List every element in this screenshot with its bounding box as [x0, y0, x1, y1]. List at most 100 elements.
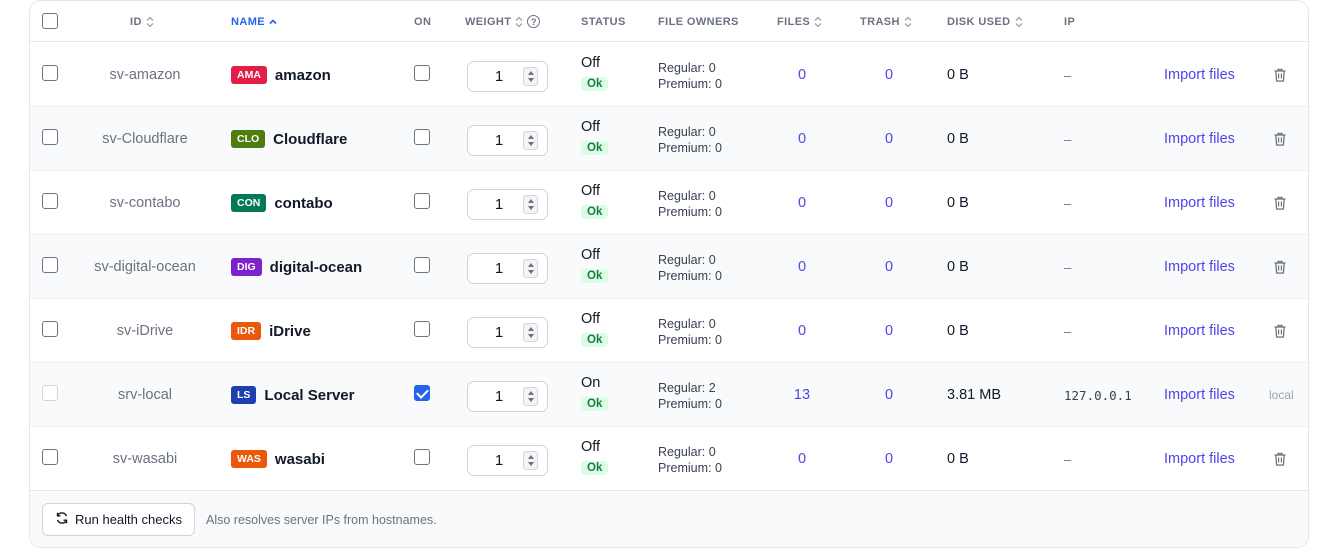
- weight-stepper[interactable]: 1: [467, 125, 548, 156]
- weight-stepper[interactable]: 1: [467, 445, 548, 476]
- row-select-checkbox[interactable]: [42, 321, 58, 337]
- server-name: IDR iDrive: [231, 299, 311, 363]
- disk-used: 0 B: [947, 451, 969, 467]
- trash-count-link[interactable]: 0: [869, 107, 909, 171]
- spinner-arrows-icon[interactable]: [523, 131, 538, 150]
- server-badge: DIG: [231, 258, 262, 276]
- import-files-link[interactable]: Import files: [1164, 363, 1235, 427]
- disk-used: 0 B: [947, 195, 969, 211]
- files-count-link[interactable]: 0: [782, 171, 822, 235]
- trash-icon[interactable]: [1272, 323, 1288, 339]
- server-ip: –: [1064, 195, 1072, 211]
- trash-icon[interactable]: [1272, 67, 1288, 83]
- trash-count-link[interactable]: 0: [869, 299, 909, 363]
- header-files[interactable]: FILES: [777, 1, 822, 42]
- table-row: sv-amazon AMA amazon 1 Off Ok Regular: 0 Premiu…: [30, 43, 1308, 107]
- trash-icon[interactable]: [1272, 195, 1288, 211]
- disk-used: 0 B: [947, 323, 969, 339]
- server-on-checkbox[interactable]: [414, 449, 430, 465]
- files-count-link[interactable]: 13: [782, 363, 822, 427]
- sort-arrows-icon: [904, 16, 912, 28]
- server-on-checkbox[interactable]: [414, 321, 430, 337]
- server-ip: –: [1064, 259, 1072, 275]
- owners-premium: Premium: 0: [658, 205, 722, 219]
- spinner-arrows-icon[interactable]: [523, 451, 538, 470]
- header-name[interactable]: NAME: [231, 1, 277, 42]
- spinner-arrows-icon[interactable]: [523, 387, 538, 406]
- row-select-checkbox[interactable]: [42, 449, 58, 465]
- weight-stepper[interactable]: 1: [467, 189, 548, 220]
- health-badge: Ok: [581, 333, 609, 347]
- sort-up-icon: [269, 16, 277, 28]
- trash-icon[interactable]: [1272, 259, 1288, 275]
- spinner-arrows-icon[interactable]: [523, 195, 538, 214]
- owners-premium: Premium: 0: [658, 461, 722, 475]
- import-files-link[interactable]: Import files: [1164, 235, 1235, 299]
- header-file-owners: FILE OWNERS: [658, 15, 739, 28]
- import-files-link[interactable]: Import files: [1164, 107, 1235, 171]
- trash-count-link[interactable]: 0: [869, 235, 909, 299]
- server-ip: –: [1064, 323, 1072, 339]
- header-id[interactable]: ID: [130, 1, 154, 42]
- table-row: srv-local LS Local Server 1 On Ok Regular: 2 Pr…: [30, 363, 1308, 427]
- header-trash[interactable]: TRASH: [860, 1, 912, 42]
- help-circle-icon[interactable]: ?: [527, 15, 541, 28]
- server-name: LS Local Server: [231, 363, 354, 427]
- files-count-link[interactable]: 0: [782, 43, 822, 107]
- trash-count-link[interactable]: 0: [869, 363, 909, 427]
- server-badge: LS: [231, 386, 257, 404]
- row-select-checkbox[interactable]: [42, 193, 58, 209]
- weight-stepper[interactable]: 1: [467, 317, 548, 348]
- trash-count-link[interactable]: 0: [869, 43, 909, 107]
- import-files-link[interactable]: Import files: [1164, 299, 1235, 363]
- spinner-arrows-icon[interactable]: [523, 259, 538, 278]
- server-on-checkbox[interactable]: [414, 65, 430, 81]
- disk-used: 3.81 MB: [947, 387, 1001, 403]
- header-weight[interactable]: WEIGHT ?: [465, 1, 541, 42]
- spinner-arrows-icon[interactable]: [523, 67, 538, 86]
- row-select-checkbox[interactable]: [42, 257, 58, 273]
- table-footer: Run health checks Also resolves server I…: [30, 490, 1308, 547]
- trash-count-link[interactable]: 0: [869, 427, 909, 491]
- weight-value: 1: [494, 196, 504, 213]
- weight-stepper[interactable]: 1: [467, 381, 548, 412]
- files-count-link[interactable]: 0: [782, 427, 822, 491]
- server-id: sv-Cloudflare: [102, 131, 188, 147]
- server-on-checkbox[interactable]: [414, 193, 430, 209]
- import-files-link[interactable]: Import files: [1164, 43, 1235, 107]
- server-name: WAS wasabi: [231, 427, 325, 491]
- owners-regular: Regular: 0: [658, 253, 716, 267]
- files-count-link[interactable]: 0: [782, 235, 822, 299]
- spinner-arrows-icon[interactable]: [523, 323, 538, 342]
- header-disk-used[interactable]: DISK USED: [947, 1, 1023, 42]
- trash-icon[interactable]: [1272, 131, 1288, 147]
- disk-used: 0 B: [947, 67, 969, 83]
- files-count-link[interactable]: 0: [782, 107, 822, 171]
- weight-value: 1: [494, 132, 504, 149]
- row-select-checkbox[interactable]: [42, 129, 58, 145]
- import-files-link[interactable]: Import files: [1164, 427, 1235, 491]
- trash-icon[interactable]: [1272, 451, 1288, 467]
- refresh-icon: [55, 511, 69, 528]
- import-files-link[interactable]: Import files: [1164, 171, 1235, 235]
- header-status: STATUS: [581, 15, 626, 28]
- run-health-checks-button[interactable]: Run health checks: [42, 503, 195, 536]
- table-header: ID NAME ON WEIGHT ? STATUS FILE OWNERS F…: [30, 1, 1308, 42]
- header-ip: IP: [1064, 15, 1076, 28]
- server-ip: –: [1064, 451, 1072, 467]
- server-on-checkbox[interactable]: [414, 257, 430, 273]
- weight-value: 1: [494, 388, 504, 405]
- files-count-link[interactable]: 0: [782, 299, 822, 363]
- server-on-checkbox[interactable]: [414, 129, 430, 145]
- weight-stepper[interactable]: 1: [467, 61, 548, 92]
- row-select-checkbox[interactable]: [42, 385, 58, 401]
- trash-count-link[interactable]: 0: [869, 171, 909, 235]
- weight-stepper[interactable]: 1: [467, 253, 548, 284]
- select-all-checkbox[interactable]: [42, 13, 58, 29]
- server-name-text: Local Server: [264, 386, 355, 404]
- server-name-text: Cloudflare: [273, 130, 348, 148]
- servers-table-card: ID NAME ON WEIGHT ? STATUS FILE OWNERS F…: [29, 0, 1309, 548]
- row-select-checkbox[interactable]: [42, 65, 58, 81]
- server-on-checkbox[interactable]: [414, 385, 430, 401]
- server-ip: 127.0.0.1: [1064, 387, 1132, 403]
